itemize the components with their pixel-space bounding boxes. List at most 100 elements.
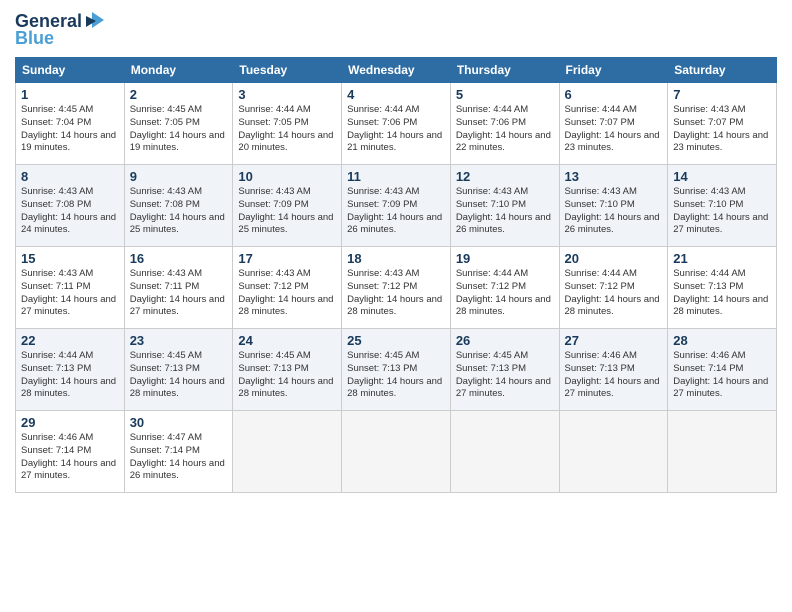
day-number: 25 xyxy=(347,333,445,348)
calendar-cell: 15Sunrise: 4:43 AMSunset: 7:11 PMDayligh… xyxy=(16,247,125,329)
day-info: Sunrise: 4:44 AMSunset: 7:12 PMDaylight:… xyxy=(456,268,554,319)
calendar-cell: 2 Sunrise: 4:45 AMSunset: 7:05 PMDaylight… xyxy=(124,83,233,165)
day-number: 13 xyxy=(565,169,663,184)
day-info: Sunrise: 4:45 AMSunset: 7:13 PMDaylight:… xyxy=(347,350,445,401)
calendar-cell xyxy=(450,411,559,493)
weekday-header-wednesday: Wednesday xyxy=(342,58,451,83)
day-info: Sunrise: 4:43 AMSunset: 7:10 PMDaylight:… xyxy=(565,186,663,237)
calendar-cell xyxy=(668,411,777,493)
page-container: General Blue SundayMondayTuesdayWednesda… xyxy=(0,0,792,503)
day-info: Sunrise: 4:43 AMSunset: 7:09 PMDaylight:… xyxy=(238,186,336,237)
weekday-header-monday: Monday xyxy=(124,58,233,83)
calendar-cell: 28 Sunrise: 4:46 AMSunset: 7:14 PMDayligh… xyxy=(668,329,777,411)
day-info: Sunrise: 4:44 AMSunset: 7:06 PMDaylight:… xyxy=(347,104,445,155)
calendar-cell: 14 Sunrise: 4:43 AMSunset: 7:10 PMDayligh… xyxy=(668,165,777,247)
day-number: 6 xyxy=(565,87,663,102)
day-info: Sunrise: 4:43 AMSunset: 7:11 PMDaylight:… xyxy=(130,268,228,319)
calendar-cell: 21 Sunrise: 4:44 AMSunset: 7:13 PMDayligh… xyxy=(668,247,777,329)
day-number: 27 xyxy=(565,333,663,348)
calendar-cell: 17Sunrise: 4:43 AMSunset: 7:12 PMDayligh… xyxy=(233,247,342,329)
calendar-cell xyxy=(342,411,451,493)
day-number: 10 xyxy=(238,169,336,184)
calendar-week-row: 1Sunrise: 4:45 AMSunset: 7:04 PMDaylight… xyxy=(16,83,777,165)
day-info: Sunrise: 4:45 AMSunset: 7:13 PMDaylight:… xyxy=(238,350,336,401)
calendar-cell: 18 Sunrise: 4:43 AMSunset: 7:12 PMDayligh… xyxy=(342,247,451,329)
calendar-cell: 7 Sunrise: 4:43 AMSunset: 7:07 PMDaylight… xyxy=(668,83,777,165)
calendar-week-row: 15Sunrise: 4:43 AMSunset: 7:11 PMDayligh… xyxy=(16,247,777,329)
calendar-cell: 27 Sunrise: 4:46 AMSunset: 7:13 PMDayligh… xyxy=(559,329,668,411)
calendar-cell: 8Sunrise: 4:43 AMSunset: 7:08 PMDaylight… xyxy=(16,165,125,247)
weekday-header-friday: Friday xyxy=(559,58,668,83)
calendar-cell: 25 Sunrise: 4:45 AMSunset: 7:13 PMDayligh… xyxy=(342,329,451,411)
calendar-cell: 26 Sunrise: 4:45 AMSunset: 7:13 PMDayligh… xyxy=(450,329,559,411)
day-number: 18 xyxy=(347,251,445,266)
day-number: 22 xyxy=(21,333,119,348)
day-number: 21 xyxy=(673,251,771,266)
day-number: 24 xyxy=(238,333,336,348)
day-info: Sunrise: 4:44 AMSunset: 7:07 PMDaylight:… xyxy=(565,104,663,155)
calendar-cell: 24 Sunrise: 4:45 AMSunset: 7:13 PMDayligh… xyxy=(233,329,342,411)
day-number: 2 xyxy=(130,87,228,102)
day-number: 14 xyxy=(673,169,771,184)
calendar-cell: 11 Sunrise: 4:43 AMSunset: 7:09 PMDayligh… xyxy=(342,165,451,247)
day-info: Sunrise: 4:43 AMSunset: 7:09 PMDaylight:… xyxy=(347,186,445,237)
logo-icon xyxy=(84,10,106,32)
day-number: 30 xyxy=(130,415,228,430)
day-info: Sunrise: 4:43 AMSunset: 7:08 PMDaylight:… xyxy=(130,186,228,237)
day-number: 12 xyxy=(456,169,554,184)
calendar-cell xyxy=(233,411,342,493)
calendar-week-row: 22 Sunrise: 4:44 AMSunset: 7:13 PMDayligh… xyxy=(16,329,777,411)
weekday-header-sunday: Sunday xyxy=(16,58,125,83)
day-number: 1 xyxy=(21,87,119,102)
logo: General Blue xyxy=(15,10,106,49)
calendar-cell: 23Sunrise: 4:45 AMSunset: 7:13 PMDayligh… xyxy=(124,329,233,411)
day-number: 23 xyxy=(130,333,228,348)
day-info: Sunrise: 4:46 AMSunset: 7:14 PMDaylight:… xyxy=(673,350,771,401)
calendar-cell: 22 Sunrise: 4:44 AMSunset: 7:13 PMDayligh… xyxy=(16,329,125,411)
calendar-week-row: 29Sunrise: 4:46 AMSunset: 7:14 PMDayligh… xyxy=(16,411,777,493)
day-number: 4 xyxy=(347,87,445,102)
day-info: Sunrise: 4:43 AMSunset: 7:07 PMDaylight:… xyxy=(673,104,771,155)
day-number: 3 xyxy=(238,87,336,102)
day-number: 28 xyxy=(673,333,771,348)
day-number: 5 xyxy=(456,87,554,102)
weekday-header-saturday: Saturday xyxy=(668,58,777,83)
calendar-cell: 4 Sunrise: 4:44 AMSunset: 7:06 PMDaylight… xyxy=(342,83,451,165)
calendar-cell: 20 Sunrise: 4:44 AMSunset: 7:12 PMDayligh… xyxy=(559,247,668,329)
calendar-cell: 6 Sunrise: 4:44 AMSunset: 7:07 PMDaylight… xyxy=(559,83,668,165)
day-number: 20 xyxy=(565,251,663,266)
day-info: Sunrise: 4:44 AMSunset: 7:06 PMDaylight:… xyxy=(456,104,554,155)
calendar-cell: 10 Sunrise: 4:43 AMSunset: 7:09 PMDayligh… xyxy=(233,165,342,247)
weekday-header-tuesday: Tuesday xyxy=(233,58,342,83)
day-number: 7 xyxy=(673,87,771,102)
day-number: 11 xyxy=(347,169,445,184)
calendar-cell: 13 Sunrise: 4:43 AMSunset: 7:10 PMDayligh… xyxy=(559,165,668,247)
day-info: Sunrise: 4:47 AMSunset: 7:14 PMDaylight:… xyxy=(130,432,228,483)
day-info: Sunrise: 4:43 AMSunset: 7:10 PMDaylight:… xyxy=(456,186,554,237)
day-info: Sunrise: 4:43 AMSunset: 7:12 PMDaylight:… xyxy=(238,268,336,319)
calendar-cell: 30 Sunrise: 4:47 AMSunset: 7:14 PMDayligh… xyxy=(124,411,233,493)
calendar-cell: 1Sunrise: 4:45 AMSunset: 7:04 PMDaylight… xyxy=(16,83,125,165)
calendar-cell: 16 Sunrise: 4:43 AMSunset: 7:11 PMDayligh… xyxy=(124,247,233,329)
day-number: 16 xyxy=(130,251,228,266)
day-info: Sunrise: 4:44 AMSunset: 7:13 PMDaylight:… xyxy=(673,268,771,319)
day-info: Sunrise: 4:44 AMSunset: 7:13 PMDaylight:… xyxy=(21,350,119,401)
calendar-cell: 12 Sunrise: 4:43 AMSunset: 7:10 PMDayligh… xyxy=(450,165,559,247)
calendar-cell: 9 Sunrise: 4:43 AMSunset: 7:08 PMDaylight… xyxy=(124,165,233,247)
day-info: Sunrise: 4:46 AMSunset: 7:13 PMDaylight:… xyxy=(565,350,663,401)
calendar-cell: 5 Sunrise: 4:44 AMSunset: 7:06 PMDaylight… xyxy=(450,83,559,165)
day-info: Sunrise: 4:45 AMSunset: 7:05 PMDaylight:… xyxy=(130,104,228,155)
day-number: 26 xyxy=(456,333,554,348)
day-number: 29 xyxy=(21,415,119,430)
calendar-week-row: 8Sunrise: 4:43 AMSunset: 7:08 PMDaylight… xyxy=(16,165,777,247)
calendar-header-row: SundayMondayTuesdayWednesdayThursdayFrid… xyxy=(16,58,777,83)
day-info: Sunrise: 4:43 AMSunset: 7:12 PMDaylight:… xyxy=(347,268,445,319)
calendar-cell: 3Sunrise: 4:44 AMSunset: 7:05 PMDaylight… xyxy=(233,83,342,165)
day-info: Sunrise: 4:44 AMSunset: 7:12 PMDaylight:… xyxy=(565,268,663,319)
calendar-cell xyxy=(559,411,668,493)
day-info: Sunrise: 4:43 AMSunset: 7:11 PMDaylight:… xyxy=(21,268,119,319)
day-number: 9 xyxy=(130,169,228,184)
day-info: Sunrise: 4:45 AMSunset: 7:13 PMDaylight:… xyxy=(456,350,554,401)
calendar-table: SundayMondayTuesdayWednesdayThursdayFrid… xyxy=(15,57,777,493)
day-info: Sunrise: 4:43 AMSunset: 7:10 PMDaylight:… xyxy=(673,186,771,237)
